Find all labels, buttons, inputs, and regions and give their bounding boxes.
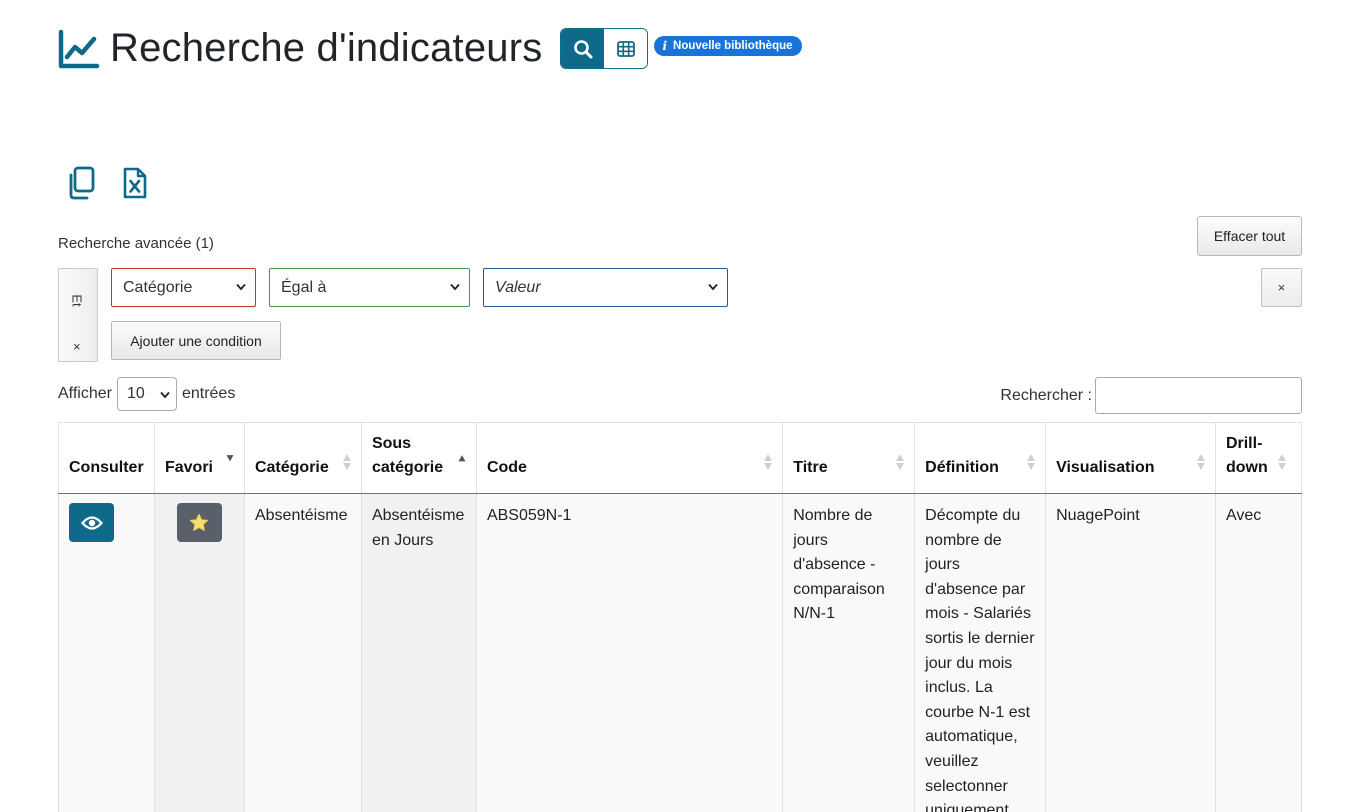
copy-button[interactable] (64, 164, 98, 202)
export-toolbar (64, 164, 152, 202)
page-length-select[interactable]: 10 (116, 377, 177, 411)
consult-button[interactable] (69, 503, 114, 542)
clear-all-button[interactable]: Effacer tout (1197, 216, 1302, 256)
condition-value-select[interactable]: Valeur (483, 268, 728, 307)
excel-file-icon (123, 167, 147, 199)
column-header-definition[interactable]: Définition (914, 422, 1047, 494)
cell-drilldown: Avec (1215, 493, 1303, 812)
view-toggle (560, 28, 649, 69)
star-icon (190, 513, 209, 531)
sort-icon (896, 454, 905, 470)
column-header-sous-categorie[interactable]: Sous catégorie (361, 422, 477, 494)
show-label: Afficher (58, 385, 112, 402)
page-length-control: Afficher 10 entrées (58, 377, 235, 411)
line-chart-icon (58, 29, 100, 68)
table-search-control: Rechercher : (1000, 377, 1302, 414)
table-search-input[interactable] (1095, 377, 1302, 414)
cell-categorie: Absentéisme (244, 493, 362, 812)
sort-icon (764, 454, 773, 470)
cell-sous-categorie: Absentéisme en Jours (361, 493, 477, 812)
sort-asc-icon (458, 455, 466, 462)
remove-condition-button[interactable]: × (1261, 268, 1302, 307)
condition-value-placeholder: Valeur (495, 278, 541, 296)
cell-favori (154, 493, 245, 812)
indicators-table: Consulter Favori Catégorie Sous catégori… (58, 422, 1303, 812)
badge-label: Nouvelle bibliothèque (673, 39, 793, 52)
advanced-search-title: Recherche avancée (1) (58, 235, 214, 252)
info-icon: i (662, 38, 668, 53)
search-icon (574, 39, 593, 58)
search-label: Rechercher : (1000, 386, 1092, 404)
cell-visualisation: NuagePoint (1045, 493, 1216, 812)
table-row: Absentéisme Absentéisme en Jours ABS059N… (58, 493, 1303, 812)
chevron-down-icon (236, 283, 246, 291)
chevron-down-icon (450, 283, 460, 291)
column-header-consulter: Consulter (58, 422, 155, 494)
column-label: Consulter (69, 459, 144, 476)
search-view-button[interactable] (561, 29, 605, 68)
cell-titre: Nombre de jours d'absence - comparaison … (782, 493, 916, 812)
entries-label: entrées (181, 385, 236, 402)
excel-export-button[interactable] (118, 164, 152, 202)
logic-operator-label[interactable]: Et (70, 294, 85, 306)
chevron-down-icon (160, 391, 170, 399)
column-label: Catégorie (254, 459, 329, 476)
new-library-badge[interactable]: i Nouvelle bibliothèque (654, 35, 802, 56)
grid-icon (617, 40, 635, 57)
table-header-row: Consulter Favori Catégorie Sous catégori… (58, 422, 1303, 494)
page-length-value: 10 (126, 385, 145, 402)
cell-consulter (58, 493, 155, 812)
column-header-code[interactable]: Code (476, 422, 784, 494)
page-header: Recherche d'indicateurs i Nouvelle bibli… (56, 26, 802, 71)
column-label: Visualisation (1056, 459, 1155, 476)
column-header-drilldown[interactable]: Drill-down (1215, 422, 1303, 494)
column-label: Titre (793, 459, 828, 476)
column-label: Définition (925, 459, 999, 476)
column-header-titre[interactable]: Titre (782, 422, 916, 494)
column-header-visualisation[interactable]: Visualisation (1045, 422, 1216, 494)
condition-operator-value: Égal à (281, 278, 327, 296)
sort-icon (1278, 454, 1286, 470)
sort-icon (1027, 454, 1036, 470)
sort-desc-icon (226, 455, 234, 462)
sort-icon (1196, 454, 1205, 470)
column-header-categorie[interactable]: Catégorie (244, 422, 362, 494)
column-label: Favori (164, 459, 213, 476)
sort-icon (342, 454, 351, 470)
logic-operator-box[interactable]: Et × (58, 268, 98, 362)
column-header-favori[interactable]: Favori (154, 422, 245, 494)
column-label: Code (486, 459, 527, 476)
grid-view-button[interactable] (604, 29, 648, 68)
condition-field-value: Catégorie (123, 278, 193, 296)
cell-code: ABS059N-1 (476, 493, 784, 812)
column-label: Sous catégorie (371, 435, 444, 476)
page-title: Recherche d'indicateurs (110, 26, 543, 70)
copy-icon (69, 166, 95, 200)
cell-definition: Décompte du nombre de jours d'absence pa… (914, 493, 1047, 812)
eye-icon (80, 515, 103, 530)
chevron-down-icon (708, 283, 718, 291)
column-label: Drill-down (1225, 435, 1268, 476)
favorite-button[interactable] (176, 503, 222, 542)
condition-field-select[interactable]: Catégorie (111, 268, 256, 307)
condition-operator-select[interactable]: Égal à (269, 268, 470, 307)
remove-group-button[interactable]: × (73, 339, 81, 354)
add-condition-button[interactable]: Ajouter une condition (111, 321, 281, 360)
